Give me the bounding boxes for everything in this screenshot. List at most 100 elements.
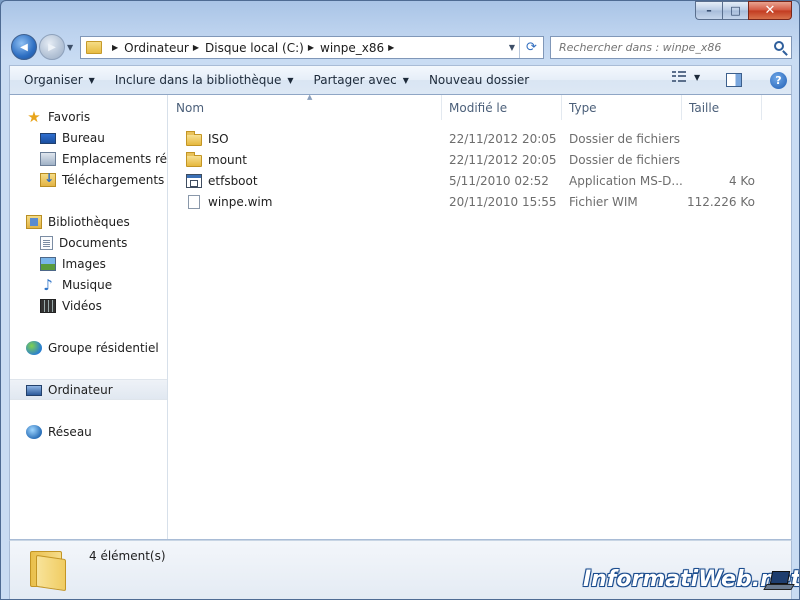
change-view-button[interactable]: ▼ [672, 71, 700, 83]
back-arrow-icon: ◀ [20, 41, 28, 53]
application-icon [186, 173, 202, 188]
file-type: Dossier de fichiers [569, 152, 681, 167]
sidebar-item-homegroup[interactable]: Groupe résidentiel [26, 337, 159, 358]
column-header-name[interactable]: Nom ▲ [169, 93, 442, 120]
organiser-button[interactable]: Organiser ▼ [10, 66, 105, 94]
pictures-icon [40, 256, 56, 271]
column-header-size[interactable]: Taille [682, 95, 762, 120]
breadcrumb-disque-local[interactable]: Disque local (C:) [205, 41, 304, 55]
explorer-window: – □ ✕ ◀ ▶ ▼ ▶ Ordinateur ▶ Disque local … [0, 0, 800, 600]
new-folder-label: Nouveau dossier [428, 73, 530, 87]
navigation-pane: ★ Favoris Bureau Emplacements récents Té… [10, 95, 168, 539]
search-box[interactable] [550, 36, 792, 59]
sidebar-item-label: Images [62, 256, 106, 271]
search-input[interactable] [559, 41, 764, 54]
sidebar-item-label: Réseau [48, 424, 92, 439]
refresh-button[interactable]: ⟳ [519, 37, 543, 58]
command-bar: Organiser ▼ Inclure dans la bibliothèque… [9, 65, 792, 95]
sidebar-item-downloads[interactable]: Téléchargements [40, 169, 164, 190]
desktop-icon [40, 132, 56, 144]
sidebar-item-libraries[interactable]: Bibliothèques [26, 211, 130, 232]
file-size: 112.226 Ko [686, 194, 755, 209]
recent-pages-dropdown[interactable]: ▼ [67, 43, 73, 52]
close-button[interactable]: ✕ [748, 1, 792, 20]
sidebar-item-favorites[interactable]: ★ Favoris [26, 106, 90, 127]
folder-icon [186, 130, 202, 146]
sidebar-item-label: Favoris [48, 109, 91, 124]
sidebar-item-label: Groupe résidentiel [48, 340, 159, 355]
chevron-down-icon: ▼ [402, 75, 409, 85]
folder-icon [86, 41, 102, 54]
share-with-button[interactable]: Partager avec ▼ [304, 66, 419, 94]
folder-icon [30, 551, 68, 592]
column-header-label: Taille [689, 100, 720, 115]
network-icon [26, 424, 42, 439]
chevron-down-icon: ▼ [88, 75, 95, 85]
file-modified: 22/11/2012 20:05 [449, 131, 557, 146]
sort-ascending-icon: ▲ [307, 93, 313, 101]
sidebar-item-label: Emplacements récents [62, 151, 168, 166]
computer-icon [26, 384, 42, 396]
file-name: winpe.wim [208, 194, 273, 209]
sidebar-item-label: Documents [59, 235, 128, 250]
search-icon[interactable] [774, 41, 784, 51]
sidebar-item-documents[interactable]: Documents [40, 232, 127, 253]
file-icon [188, 194, 200, 209]
homegroup-icon [26, 340, 42, 355]
breadcrumb-ordinateur[interactable]: Ordinateur [124, 41, 189, 55]
address-bar[interactable]: ▶ Ordinateur ▶ Disque local (C:) ▶ winpe… [80, 36, 544, 59]
sidebar-item-desktop[interactable]: Bureau [40, 127, 105, 148]
recent-places-icon [40, 151, 56, 166]
sidebar-item-label: Bureau [62, 130, 105, 145]
breadcrumb-separator[interactable]: ▶ [112, 43, 118, 52]
chevron-down-icon[interactable]: ▼ [694, 73, 700, 82]
breadcrumb-winpe-x86[interactable]: winpe_x86 [320, 41, 384, 55]
preview-pane-button[interactable] [726, 73, 742, 87]
file-row[interactable]: winpe.wim 20/11/2010 15:55 Fichier WIM 1… [169, 191, 769, 212]
chevron-down-icon: ▼ [287, 75, 294, 85]
address-history-dropdown[interactable]: ▼ [509, 43, 515, 52]
sidebar-item-label: Ordinateur [48, 382, 113, 397]
new-folder-button[interactable]: Nouveau dossier [419, 66, 539, 94]
sidebar-item-label: Musique [62, 277, 113, 292]
refresh-icon: ⟳ [526, 40, 537, 55]
minimize-button[interactable]: – [695, 1, 722, 20]
caption-buttons: – □ ✕ [695, 1, 792, 20]
include-library-button[interactable]: Inclure dans la bibliothèque ▼ [105, 66, 304, 94]
downloads-icon [40, 171, 56, 187]
file-type: Application MS-D... [569, 173, 682, 188]
back-button[interactable]: ◀ [11, 34, 37, 60]
file-type: Dossier de fichiers [569, 131, 681, 146]
column-header-modified[interactable]: Modifié le [442, 95, 562, 120]
column-header-type[interactable]: Type [562, 95, 682, 120]
file-name: ISO [208, 131, 229, 146]
file-row[interactable]: mount 22/11/2012 20:05 Dossier de fichie… [169, 149, 769, 170]
help-button[interactable]: ? [770, 72, 787, 89]
share-with-label: Partager avec [313, 73, 397, 87]
sidebar-item-images[interactable]: Images [40, 253, 106, 274]
organiser-label: Organiser [24, 73, 83, 87]
sidebar-item-music[interactable]: ♪ Musique [40, 274, 112, 295]
column-header-label: Modifié le [449, 100, 508, 115]
breadcrumb-separator[interactable]: ▶ [193, 43, 199, 52]
column-header-label: Nom [176, 100, 205, 115]
file-type: Fichier WIM [569, 194, 638, 209]
videos-icon [40, 298, 56, 313]
sidebar-item-network[interactable]: Réseau [26, 421, 92, 442]
sidebar-item-recent-places[interactable]: Emplacements récents [40, 148, 168, 169]
breadcrumb-separator[interactable]: ▶ [388, 43, 394, 52]
maximize-button[interactable]: □ [722, 1, 748, 20]
sidebar-item-videos[interactable]: Vidéos [40, 295, 102, 316]
sidebar-item-computer[interactable]: Ordinateur [10, 379, 167, 400]
file-modified: 20/11/2010 15:55 [449, 194, 557, 209]
file-name: mount [208, 152, 247, 167]
file-name: etfsboot [208, 173, 258, 188]
sidebar-item-label: Téléchargements [62, 172, 165, 187]
view-details-icon [672, 71, 686, 83]
file-row[interactable]: etfsboot 5/11/2010 02:52 Application MS-… [169, 170, 769, 191]
file-row[interactable]: ISO 22/11/2012 20:05 Dossier de fichiers [169, 128, 769, 149]
include-library-label: Inclure dans la bibliothèque [114, 73, 282, 87]
column-headers: Nom ▲ Modifié le Type Taille [169, 93, 791, 120]
breadcrumb-separator[interactable]: ▶ [308, 43, 314, 52]
forward-button[interactable]: ▶ [39, 34, 65, 60]
